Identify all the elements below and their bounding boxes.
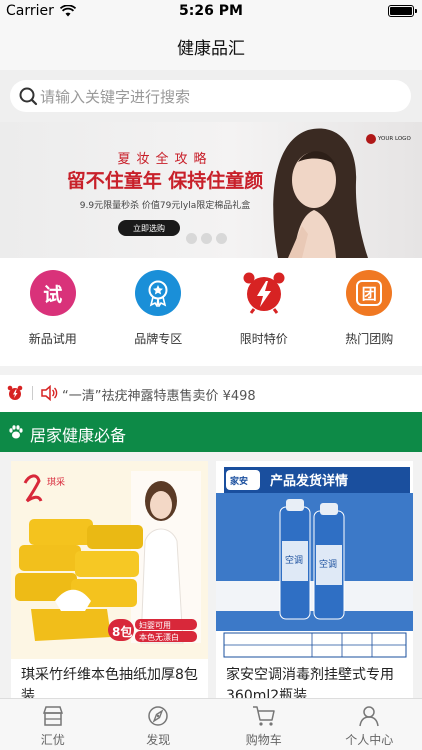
battery-icon [388,5,417,17]
svg-text:空调: 空调 [285,554,303,566]
buy-now-button[interactable]: 立即选购 [118,220,180,236]
banner-subtitle: 夏妆全攻略 [117,152,213,167]
svg-text:琪采: 琪采 [47,476,65,488]
product-title: 琪采竹纤维本色抽纸加厚8包装 [21,667,198,698]
tab-discover[interactable]: 发现 [106,699,212,750]
banner-headline: 留不住童年 保持住童颜 [66,170,264,192]
search-icon [19,87,38,106]
search-section: 请输入关键字进行搜索 [0,70,422,122]
search-placeholder: 请输入关键字进行搜索 [40,87,191,106]
svg-text:空调: 空调 [319,558,337,570]
announcement-text: “一清”祛疣神露特惠售卖价 ¥498 [62,389,256,404]
tab-label: 购物车 [245,733,282,747]
discover-icon [148,706,168,726]
product-card[interactable]: 琪采 8包 妇婴可用 本色无漂白 琪采竹纤维本色抽纸加厚8包装 [11,461,208,698]
category-label: 新品试用 [28,332,77,346]
paw-icon [9,425,23,439]
category-label: 限时特价 [239,332,288,346]
store-icon [42,706,63,726]
trial-icon: 试 [29,270,76,316]
tab-label: 汇优 [40,733,65,747]
image-header: 产品发货详情 [270,473,348,489]
category-grid: 试 新品试用 品牌专区 限时特价 团 热门团购 [0,258,422,366]
tab-bar: 汇优 发现 购物车 个人中心 [0,698,422,750]
model-photo [273,128,368,258]
tab-cart[interactable]: 购物车 [211,699,317,750]
alarm-clock-icon [241,270,287,316]
product-title: 家安空调消毒剂挂壁式专用360ml2瓶装 [226,667,394,698]
disinfectant-product-image: 家安 产品发货详情 空调 空调 [216,461,413,659]
page-title: 健康品汇 [177,38,245,59]
pagination-dot[interactable] [186,233,197,244]
tissue-product-image: 琪采 8包 妇婴可用 本色无漂白 [11,461,208,659]
category-group-buy[interactable]: 团 热门团购 [317,258,422,366]
divider [32,386,33,400]
section-title: 居家健康必备 [30,426,127,445]
tab-label: 个人中心 [345,733,394,747]
badge-line: 本色无漂白 [139,632,179,642]
banner-pagination[interactable] [186,233,227,244]
svg-text:家安: 家安 [230,475,248,487]
badge-count: 8包 [112,624,132,639]
category-flash-sale[interactable]: 限时特价 [211,258,317,366]
nav-bar: 健康品汇 [0,22,422,70]
pagination-dot[interactable] [201,233,212,244]
status-bar: Carrier 5:26 PM [0,0,422,22]
category-label: 品牌专区 [134,332,183,346]
profile-icon [359,706,379,727]
category-label: 热门团购 [345,332,394,346]
clock: 5:26 PM [179,3,243,19]
group-buy-icon: 团 [346,270,393,316]
tab-label: 发现 [146,733,171,747]
product-grid: 琪采 8包 妇婴可用 本色无漂白 琪采竹纤维本色抽纸加厚8包装 家安 产品发货详… [0,452,422,698]
category-brand-zone[interactable]: 品牌专区 [106,258,212,366]
cart-icon [252,706,275,726]
tab-home[interactable]: 汇优 [0,699,106,750]
badge-line: 妇婴可用 [139,620,171,630]
announcement-bar[interactable]: “一清”祛疣神露特惠售卖价 ¥498 [0,375,422,412]
section-header: 居家健康必备 [0,412,422,452]
category-new-trial[interactable]: 试 新品试用 [0,258,106,366]
ribbon-badge-icon [135,270,182,316]
speaker-icon [41,385,58,401]
search-input[interactable]: 请输入关键字进行搜索 [10,80,411,112]
tab-profile[interactable]: 个人中心 [317,699,422,750]
pagination-dot[interactable] [216,233,227,244]
brand-logo: YOUR LOGO [366,134,411,144]
alarm-logo-icon [7,385,23,400]
product-card[interactable]: 家安 产品发货详情 空调 空调 家安空调消毒剂挂壁式专用360ml2瓶装 [216,461,413,698]
